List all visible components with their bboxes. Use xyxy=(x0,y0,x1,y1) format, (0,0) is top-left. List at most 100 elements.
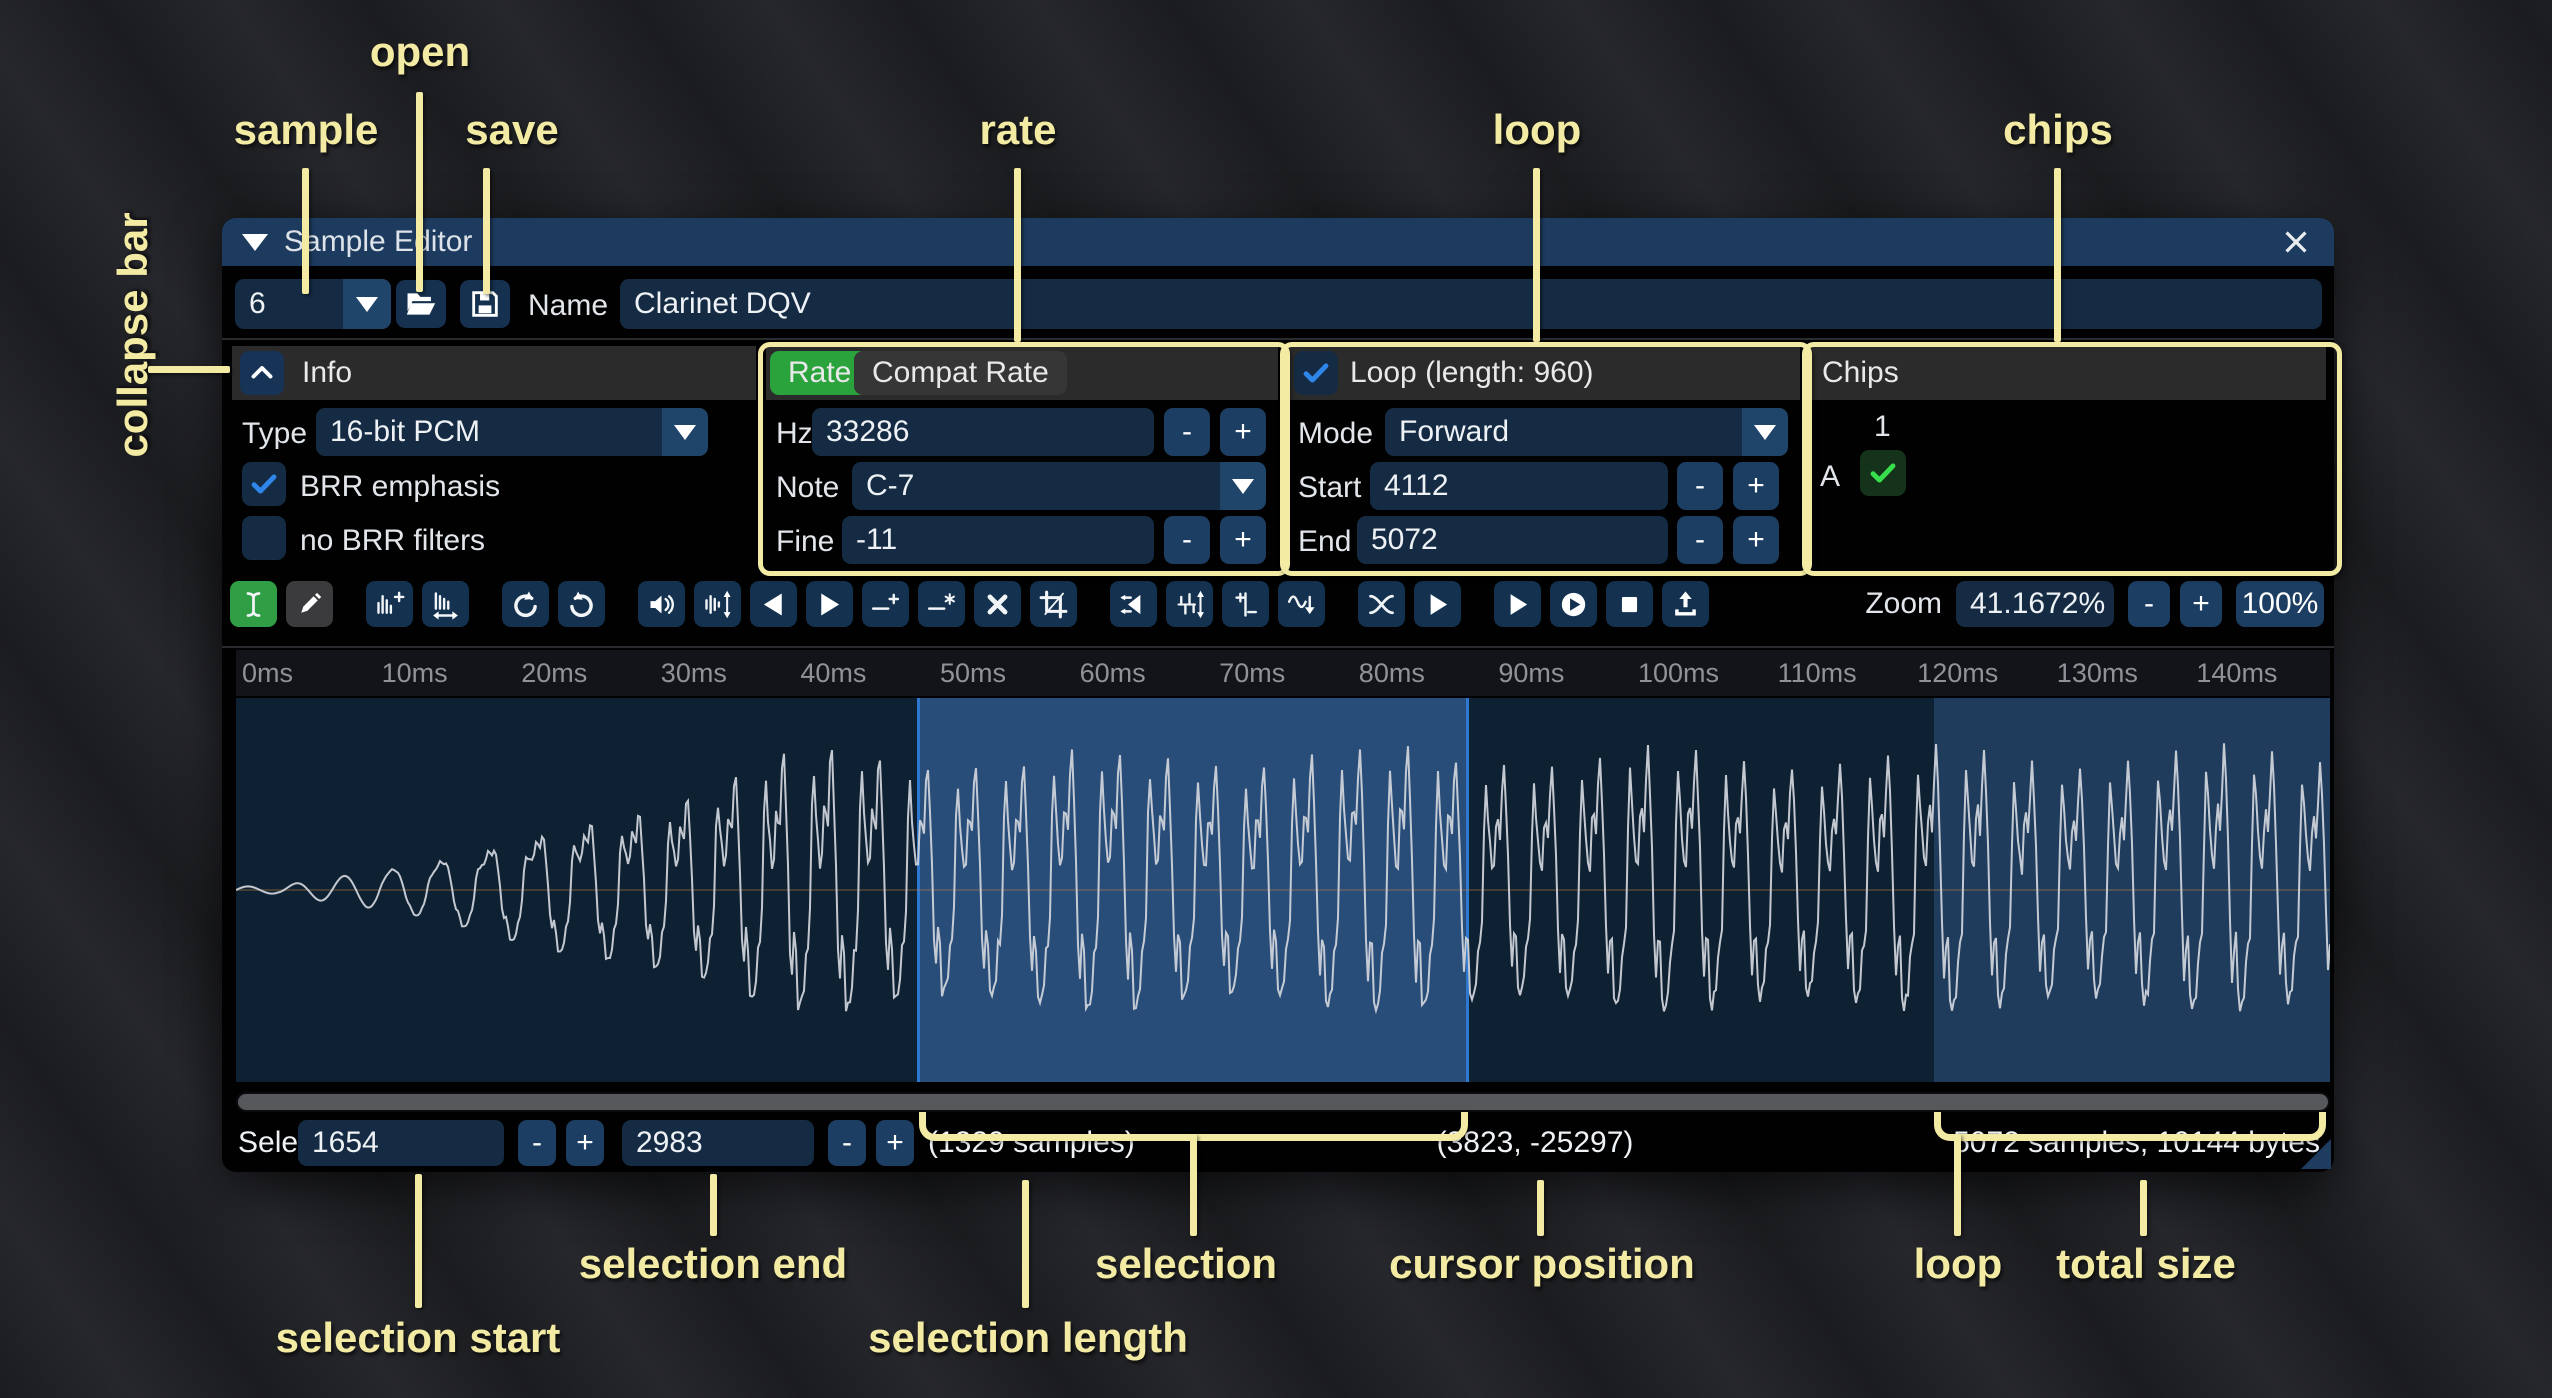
zoom-reset-button[interactable]: 100% xyxy=(2236,581,2324,627)
ruler-tick-label: 50ms xyxy=(940,658,1006,689)
chips-highlight-box xyxy=(1802,342,2342,576)
info-panel: Info Type 16-bit PCM BRR emphasis no BRR… xyxy=(232,346,756,566)
callout-loop-bottom-stem xyxy=(1954,1134,1961,1236)
ruler-tick-label: 110ms xyxy=(1778,658,1857,689)
edit-mode-button[interactable] xyxy=(230,581,277,627)
chevron-down-icon[interactable] xyxy=(343,279,391,329)
zoom-in-button[interactable]: + xyxy=(2180,581,2222,627)
no-brr-filters-label: no BRR filters xyxy=(300,524,485,558)
zoom-input[interactable]: 41.1672% xyxy=(1956,581,2114,627)
annotation-loop-top: loop xyxy=(1493,106,1582,154)
chevron-down-icon[interactable] xyxy=(662,408,708,456)
annotation-selection: selection xyxy=(1095,1240,1277,1288)
resample-button[interactable] xyxy=(422,581,469,627)
annotation-total-size: total size xyxy=(2056,1240,2236,1288)
resize-button[interactable] xyxy=(366,581,413,627)
annotation-chips: chips xyxy=(2003,106,2113,154)
callout-selection-stem xyxy=(1190,1134,1197,1236)
zoom-value: 41.1672% xyxy=(1970,587,2105,621)
rate-highlight-box xyxy=(758,342,1290,576)
loop-bracket xyxy=(1934,1112,2326,1141)
check-icon xyxy=(247,467,281,501)
normalize-button[interactable] xyxy=(694,581,741,627)
annotation-selection-end: selection end xyxy=(579,1240,847,1288)
divider xyxy=(222,338,2334,340)
selection-start-decrease-button[interactable]: - xyxy=(518,1120,556,1166)
waveform-scrollbar[interactable] xyxy=(236,1092,2330,1112)
signed-unsigned-button[interactable] xyxy=(1222,581,1269,627)
ruler-tick-label: 130ms xyxy=(2057,658,2138,689)
type-label: Type xyxy=(242,417,307,451)
toolbar-buttons xyxy=(230,581,1718,627)
delete-button[interactable] xyxy=(974,581,1021,627)
close-icon[interactable] xyxy=(2278,224,2314,260)
type-dropdown[interactable]: 16-bit PCM xyxy=(316,408,708,456)
amplify-button[interactable] xyxy=(638,581,685,627)
selection-end-input[interactable]: 2983 xyxy=(622,1120,814,1166)
invert-button[interactable] xyxy=(1166,581,1213,627)
crossfade-button[interactable] xyxy=(1358,581,1405,627)
sample-name-input[interactable]: Clarinet DQV xyxy=(620,279,2322,329)
desktop-background: Sample Editor 6 Name Clarinet DQV xyxy=(0,0,2552,1398)
divider xyxy=(222,646,2334,648)
callout-loop-line xyxy=(1533,168,1540,342)
selection-start-input[interactable]: 1654 xyxy=(298,1120,504,1166)
callout-selection-start-line xyxy=(415,1174,422,1308)
chevron-up-icon xyxy=(245,356,279,390)
scrollbar-thumb[interactable] xyxy=(238,1094,2328,1110)
annotation-selection-length: selection length xyxy=(868,1314,1188,1362)
annotation-loop-bottom: loop xyxy=(1914,1240,2003,1288)
preview-loop-button[interactable] xyxy=(1550,581,1597,627)
callout-total-size-line xyxy=(2140,1180,2147,1236)
ruler-tick-label: 100ms xyxy=(1638,658,1719,689)
ruler-tick-label: 140ms xyxy=(2196,658,2277,689)
redo-button[interactable] xyxy=(558,581,605,627)
window-titlebar[interactable]: Sample Editor xyxy=(222,218,2334,266)
reverse-button[interactable] xyxy=(1110,581,1157,627)
ruler-tick-label: 70ms xyxy=(1219,658,1285,689)
waveform-polyline xyxy=(236,743,2330,1011)
callout-cursor-position-line xyxy=(1537,1180,1544,1236)
preview-selection-button[interactable] xyxy=(1414,581,1461,627)
info-panel-title: Info xyxy=(302,356,352,390)
selection-end-decrease-button[interactable]: - xyxy=(828,1120,866,1166)
preview-button[interactable] xyxy=(1494,581,1541,627)
selection-start-value: 1654 xyxy=(312,1126,379,1160)
no-brr-filters-checkbox[interactable] xyxy=(242,516,286,560)
sample-selector-value: 6 xyxy=(249,287,266,321)
stop-preview-button[interactable] xyxy=(1606,581,1653,627)
sample-selector[interactable]: 6 xyxy=(235,279,391,329)
trim-button[interactable] xyxy=(1030,581,1077,627)
name-label: Name xyxy=(528,289,608,323)
fade-in-button[interactable] xyxy=(750,581,797,627)
collapse-bar-button[interactable] xyxy=(240,351,284,395)
fade-out-button[interactable] xyxy=(806,581,853,627)
draw-mode-button[interactable] xyxy=(286,581,333,627)
callout-sample-line xyxy=(302,168,309,294)
callout-open-line xyxy=(416,92,423,292)
ruler[interactable]: 0ms10ms20ms30ms40ms50ms60ms70ms80ms90ms1… xyxy=(236,650,2330,696)
ruler-tick-label: 40ms xyxy=(800,658,866,689)
callout-save-line xyxy=(483,168,490,294)
ruler-tick-label: 10ms xyxy=(382,658,448,689)
apply-filter-button[interactable] xyxy=(1278,581,1325,627)
apply-silence-button[interactable] xyxy=(918,581,965,627)
zoom-out-button[interactable]: - xyxy=(2128,581,2170,627)
type-value: 16-bit PCM xyxy=(330,415,480,449)
window-collapse-icon[interactable] xyxy=(242,234,268,251)
resize-grip[interactable] xyxy=(2301,1139,2331,1169)
annotation-open: open xyxy=(370,28,470,76)
ruler-tick-label: 0ms xyxy=(242,658,293,689)
callout-rate-line xyxy=(1014,168,1021,342)
ruler-tick-label: 20ms xyxy=(521,658,587,689)
insert-silence-button[interactable] xyxy=(862,581,909,627)
annotation-save: save xyxy=(465,106,558,154)
waveform-view[interactable] xyxy=(236,698,2330,1082)
undo-button[interactable] xyxy=(502,581,549,627)
brr-emphasis-checkbox[interactable] xyxy=(242,462,286,506)
ruler-tick-label: 60ms xyxy=(1080,658,1146,689)
selection-end-increase-button[interactable]: + xyxy=(876,1120,914,1166)
export-button[interactable] xyxy=(1662,581,1709,627)
selection-start-increase-button[interactable]: + xyxy=(566,1120,604,1166)
toolbar: Zoom 41.1672% - + 100% xyxy=(230,580,2324,628)
